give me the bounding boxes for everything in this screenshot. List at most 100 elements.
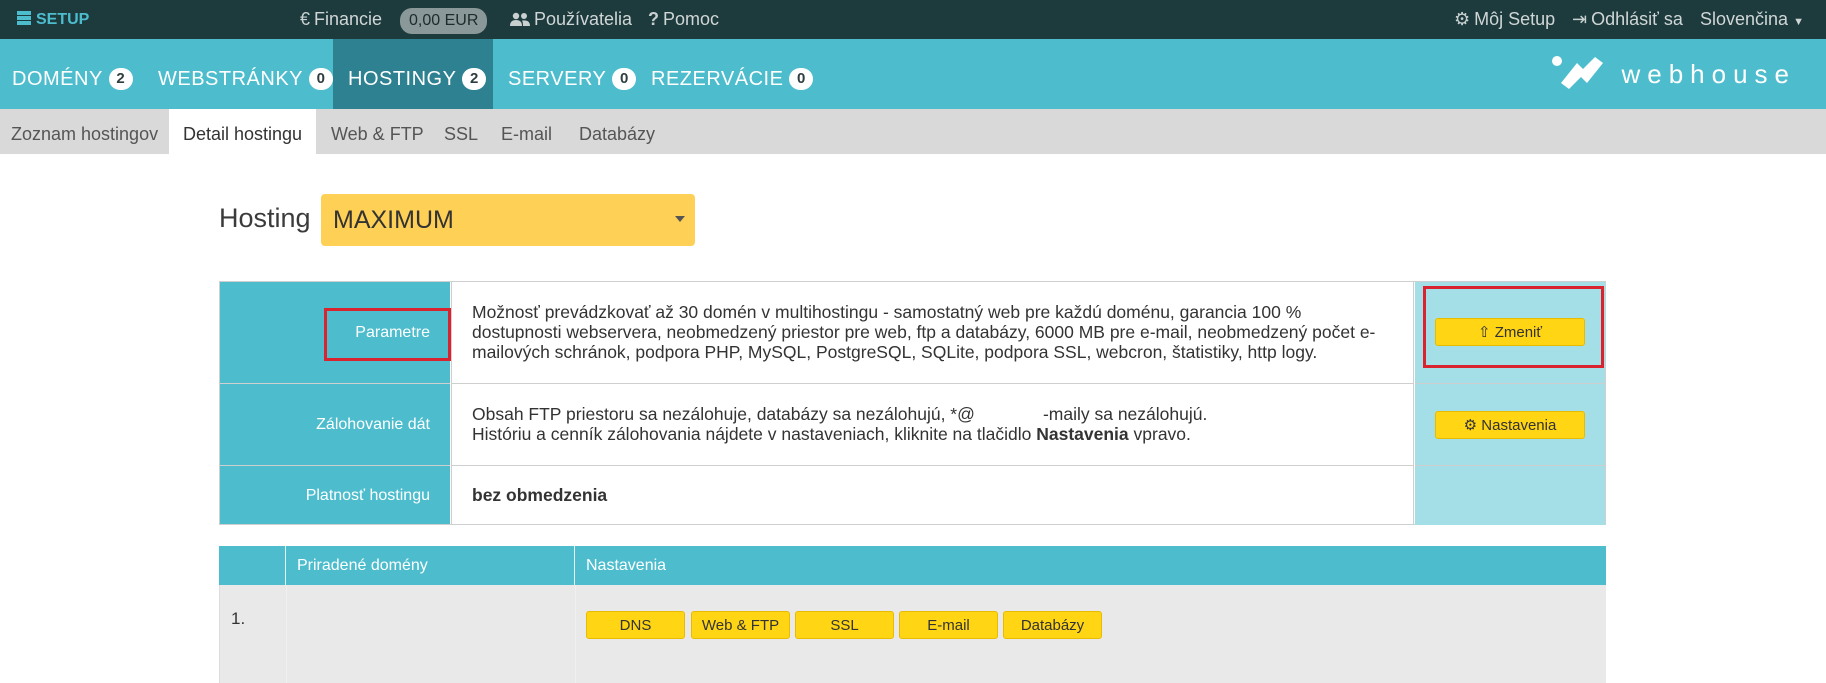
change-highlight-box (1423, 286, 1604, 368)
users-icon (510, 12, 530, 26)
subtab-label: SSL (444, 124, 479, 144)
backup-label: Zálohovanie dát (316, 416, 430, 433)
tab-label: HOSTINGY (348, 68, 457, 90)
tab-label: REZERVÁCIE (651, 68, 784, 90)
financie-link[interactable]: € Financie (300, 0, 382, 39)
backup-text-line2: Históriu a cenník zálohovania nájdete v … (472, 424, 1393, 444)
webhouse-logo-icon (1552, 56, 1604, 89)
web-ftp-button[interactable]: Web & FTP (691, 611, 790, 639)
help-label: Pomoc (663, 9, 720, 29)
validity-action-cell (1415, 465, 1605, 525)
hosting-selected-value: MAXIMUM (333, 206, 454, 234)
tab-count-badge: 2 (462, 68, 487, 90)
subtab-label: Detail hostingu (182, 124, 303, 144)
col-header-domains: Priradené domény (297, 557, 428, 574)
row-divider (575, 585, 576, 683)
backup-text-line2-post: vpravo. (1128, 424, 1191, 444)
help-link[interactable]: ? Pomoc (648, 0, 719, 39)
webhouse-logo[interactable]: webhouse (1552, 56, 1796, 90)
header-divider (285, 546, 286, 585)
web-ftp-button-label: Web & FTP (701, 617, 780, 634)
gear-icon: ⚙ (1454, 9, 1471, 29)
domains-table-header: Priradené domény Nastavenia (219, 546, 1606, 585)
ssl-button-label: SSL (830, 617, 859, 634)
domains-table: Priradené domény Nastavenia 1. DNS Web &… (219, 546, 1606, 683)
setup-brand-link[interactable]: SETUP (16, 0, 89, 39)
subtab-label: E-mail (501, 124, 553, 144)
my-setup-label: Môj Setup (1474, 9, 1556, 29)
tab-webstranky[interactable]: WEBSTRÁNKY 0 (158, 39, 334, 109)
settings-button-label: Nastavenia (1481, 417, 1557, 434)
params-highlight-box (324, 308, 451, 361)
caret-down-icon: ▼ (1793, 16, 1804, 28)
row-divider (286, 585, 287, 683)
hosting-select[interactable]: MAXIMUM (321, 194, 695, 246)
gear-icon: ⚙ (1463, 417, 1478, 434)
tab-count-badge: 2 (108, 68, 133, 90)
databazy-button[interactable]: Databázy (1003, 611, 1102, 639)
brand-label: SETUP (36, 11, 90, 28)
tab-label: SERVERY (508, 68, 607, 90)
subtab-web-ftp[interactable]: Web & FTP (331, 109, 424, 154)
subtab-zoznam-hostingov[interactable]: Zoznam hostingov (11, 109, 158, 154)
main-nav: DOMÉNY 2 WEBSTRÁNKY 0 HOSTINGY 2 SERVERY 0 R… (0, 39, 1826, 109)
tab-count-badge: 0 (612, 68, 637, 90)
tab-label: DOMÉNY (12, 68, 103, 90)
caret-down-icon (675, 216, 685, 222)
subtab-email[interactable]: E-mail (501, 109, 552, 154)
subtab-databazy[interactable]: Databázy (579, 109, 655, 154)
users-label: Používatelia (534, 9, 633, 29)
backup-text-line2-pre: Históriu a cenník zálohovania nájdete v … (472, 424, 1037, 444)
financie-label: Financie (314, 9, 383, 29)
backup-label-cell: Zálohovanie dát (220, 383, 450, 465)
validity-value-cell: bez obmedzenia (451, 465, 1414, 524)
validity-value: bez obmedzenia (472, 485, 608, 505)
question-icon: ? (648, 9, 659, 29)
backup-action-cell: ⚙ Nastavenia (1415, 383, 1605, 466)
params-text: Možnosť prevádzkovať až 30 domén v multi… (472, 302, 1376, 362)
hosting-label: Hosting (219, 203, 311, 233)
databazy-button-label: Databázy (1020, 617, 1085, 634)
backup-row: Zálohovanie dát Obsah FTP priestoru sa n… (220, 383, 1605, 466)
validity-label: Platnosť hostingu (305, 487, 430, 504)
tab-count-badge: 0 (789, 68, 814, 90)
tab-servery[interactable]: SERVERY 0 (508, 39, 637, 109)
header-divider (574, 546, 575, 585)
logo-text: webhouse (1621, 59, 1796, 89)
subtab-label: Zoznam hostingov (11, 124, 159, 144)
tab-hostingy[interactable]: HOSTINGY 2 (333, 39, 493, 109)
language-dropdown[interactable]: Slovenčina ▼ (1700, 0, 1804, 39)
top-bar: SETUP € Financie 0,00 EUR Používatelia ? P… (0, 0, 1826, 39)
tab-domeny[interactable]: DOMÉNY 2 (12, 39, 133, 109)
sub-nav: Zoznam hostingov Detail hostingu Web & F… (0, 109, 1826, 154)
email-button[interactable]: E-mail (899, 611, 998, 639)
validity-label-cell: Platnosť hostingu (220, 465, 450, 524)
ssl-button[interactable]: SSL (795, 611, 894, 639)
subtab-detail-hostingu[interactable]: Detail hostingu (169, 109, 316, 154)
backup-text-line2-bold: Nastavenia (1036, 424, 1129, 444)
subtab-ssl[interactable]: SSL (444, 109, 478, 154)
validity-row: Platnosť hostingu bez obmedzenia (220, 465, 1605, 525)
euro-icon: € (300, 9, 311, 29)
tab-count-badge: 0 (309, 68, 334, 90)
row-index: 1. (231, 609, 246, 628)
col-header-settings: Nastavenia (586, 557, 667, 574)
tab-rezervacie[interactable]: REZERVÁCIE 0 (651, 39, 814, 109)
params-text-cell: Možnosť prevádzkovať až 30 domén v multi… (451, 282, 1414, 383)
email-button-label: E-mail (927, 617, 970, 634)
logout-link[interactable]: ⇥ Odhlásiť sa (1572, 0, 1683, 39)
sign-out-icon: ⇥ (1572, 9, 1588, 29)
language-label: Slovenčina (1700, 9, 1789, 29)
backup-text-cell: Obsah FTP priestoru sa nezálohuje, datab… (451, 383, 1414, 465)
server-icon (17, 11, 31, 25)
tab-label: WEBSTRÁNKY (158, 68, 304, 90)
balance-badge: 0,00 EUR (400, 0, 488, 39)
subtab-label: Web & FTP (331, 124, 424, 144)
subtab-label: Databázy (579, 124, 656, 144)
backup-text-line1: Obsah FTP priestoru sa nezálohuje, datab… (472, 404, 1208, 424)
dns-button[interactable]: DNS (586, 611, 685, 639)
users-link[interactable]: Používatelia (510, 0, 632, 39)
settings-button[interactable]: ⚙ Nastavenia (1435, 411, 1585, 439)
dns-button-label: DNS (619, 617, 652, 634)
my-setup-link[interactable]: ⚙ Môj Setup (1454, 0, 1555, 39)
